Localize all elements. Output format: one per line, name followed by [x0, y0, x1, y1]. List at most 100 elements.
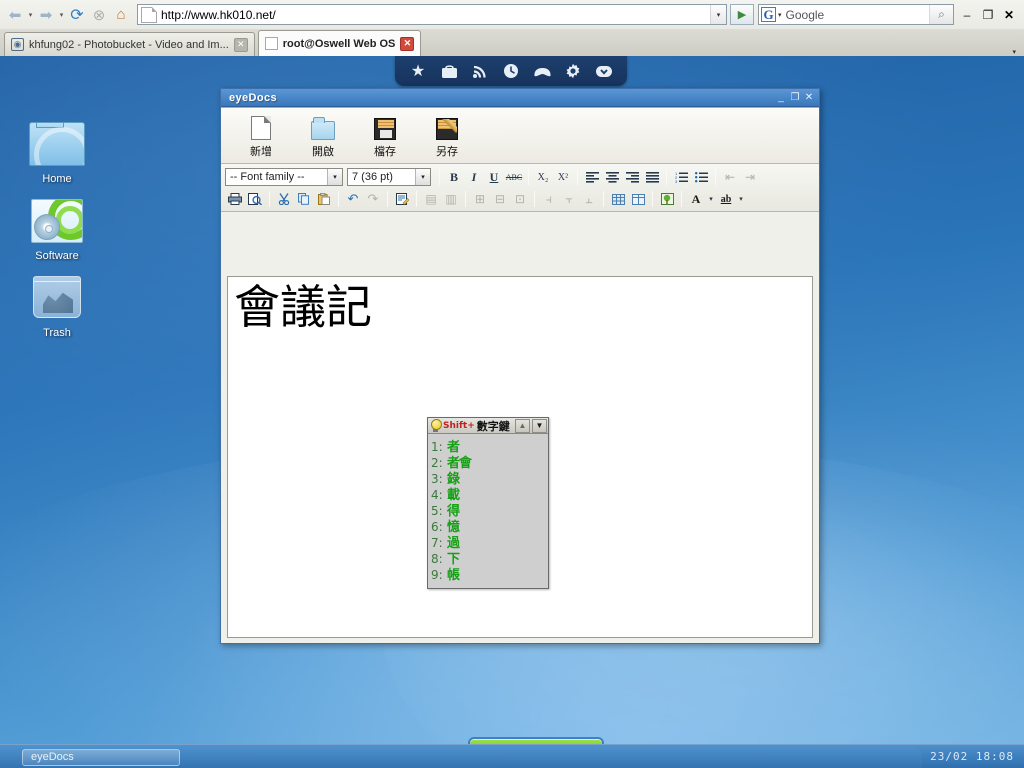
- ime-candidate[interactable]: 6: 憶: [431, 516, 548, 535]
- highlight-color-button[interactable]: ab: [716, 190, 736, 209]
- tab-close-icon[interactable]: ✕: [400, 36, 415, 51]
- ime-candidate[interactable]: 3: 錄: [431, 468, 548, 487]
- toolbar-separator: [528, 169, 529, 185]
- ime-scroll-up-button[interactable]: ▲: [515, 418, 530, 433]
- font-color-button[interactable]: A: [686, 190, 706, 209]
- window-maximize-button[interactable]: ❐: [788, 91, 802, 105]
- edit-source-button[interactable]: [392, 190, 412, 209]
- redo-button[interactable]: ↷: [363, 190, 383, 209]
- ime-candidate[interactable]: 7: 過: [431, 532, 548, 551]
- window-minimize-button[interactable]: _: [774, 91, 788, 105]
- subscript-button[interactable]: X₂: [533, 168, 553, 187]
- address-dropdown-caret-icon[interactable]: ▾: [710, 5, 726, 24]
- print-button[interactable]: [225, 190, 245, 209]
- undo-button[interactable]: ↶: [343, 190, 363, 209]
- go-button[interactable]: ▶: [730, 4, 754, 25]
- insert-image-icon[interactable]: [657, 190, 677, 209]
- italic-button[interactable]: I: [464, 168, 484, 187]
- font-color-caret-icon[interactable]: ▾: [706, 190, 716, 209]
- unordered-list-button[interactable]: [691, 168, 711, 187]
- align-right-button[interactable]: [622, 168, 642, 187]
- search-engine-caret-icon[interactable]: ▾: [778, 11, 782, 19]
- open-document-button[interactable]: 開啟: [299, 114, 347, 159]
- delete-column-button[interactable]: ⫠: [579, 190, 599, 209]
- superscript-button[interactable]: X²: [553, 168, 573, 187]
- new-document-button[interactable]: 新增: [237, 114, 285, 159]
- merge-cells-button[interactable]: ⊞: [470, 190, 490, 209]
- insert-column-after-button[interactable]: ⫟: [559, 190, 579, 209]
- ime-candidate[interactable]: 8: 下: [431, 548, 548, 567]
- document-page[interactable]: 會議記 Shift+ 數字鍵 ▲ ▼ 1: 者 2: 者會 3: 錄 4: 載 …: [227, 276, 813, 638]
- gamepad-icon[interactable]: [531, 60, 553, 82]
- forward-history-caret-icon[interactable]: ▾: [57, 4, 66, 26]
- taskbar-button-eyedocs[interactable]: eyeDocs: [22, 749, 180, 766]
- align-center-button[interactable]: [602, 168, 622, 187]
- home-icon[interactable]: ⌂: [110, 4, 132, 26]
- ordered-list-button[interactable]: 123: [671, 168, 691, 187]
- ime-candidate[interactable]: 9: 帳: [431, 564, 548, 583]
- eyedocs-window[interactable]: eyeDocs _ ❐ ✕ 新增 開啟 檔存 另存 -- Font family…: [220, 88, 820, 644]
- desktop-icon-software[interactable]: Software: [14, 196, 100, 262]
- reload-icon[interactable]: ⟳: [66, 4, 88, 26]
- print-preview-button[interactable]: [245, 190, 265, 209]
- copy-button[interactable]: [294, 190, 314, 209]
- restore-button[interactable]: ❐: [981, 8, 995, 22]
- font-size-select[interactable]: 7 (36 pt) ▾: [347, 168, 431, 186]
- gear-icon[interactable]: [562, 60, 584, 82]
- chevron-down-icon[interactable]: [593, 60, 615, 82]
- align-left-button[interactable]: [582, 168, 602, 187]
- star-icon[interactable]: ★: [407, 60, 429, 82]
- tab-close-icon[interactable]: ✕: [233, 37, 248, 52]
- rss-icon[interactable]: [469, 60, 491, 82]
- insert-row-button[interactable]: ▤: [421, 190, 441, 209]
- underline-button[interactable]: U: [484, 168, 504, 187]
- window-close-button[interactable]: ✕: [802, 91, 816, 105]
- ime-candidate[interactable]: 5: 得: [431, 500, 548, 519]
- tab-oswell-web-os[interactable]: root@Oswell Web OS ✕: [257, 30, 422, 56]
- outdent-button[interactable]: ⇤: [720, 168, 740, 187]
- save-as-button[interactable]: 另存: [423, 114, 471, 159]
- clock-icon[interactable]: [500, 60, 522, 82]
- save-button[interactable]: 檔存: [361, 114, 409, 159]
- ime-candidate[interactable]: 4: 載: [431, 484, 548, 503]
- page-icon: [264, 37, 278, 50]
- search-input[interactable]: Google: [786, 8, 929, 22]
- ime-scroll-down-button[interactable]: ▼: [532, 418, 547, 433]
- chevron-down-icon[interactable]: ▾: [415, 169, 430, 185]
- insert-column-before-button[interactable]: ⫞: [539, 190, 559, 209]
- highlight-color-caret-icon[interactable]: ▾: [736, 190, 746, 209]
- ime-candidate[interactable]: 2: 者會: [431, 452, 548, 471]
- candidate-text: 帳: [447, 568, 460, 583]
- eyedocs-title-bar[interactable]: eyeDocs _ ❐ ✕: [221, 89, 819, 107]
- ime-candidate-popup[interactable]: Shift+ 數字鍵 ▲ ▼ 1: 者 2: 者會 3: 錄 4: 載 5: 得…: [427, 417, 549, 589]
- table-grid-button[interactable]: [628, 190, 648, 209]
- cut-button[interactable]: [274, 190, 294, 209]
- back-arrow-icon[interactable]: ⬅: [4, 4, 26, 26]
- search-box[interactable]: G ▾ Google ⌕: [758, 4, 954, 25]
- back-history-caret-icon[interactable]: ▾: [26, 4, 35, 26]
- tab-photobucket[interactable]: ◉ khfung02 - Photobucket - Video and Im.…: [4, 32, 255, 56]
- stop-icon[interactable]: ⊗: [88, 4, 110, 26]
- close-button[interactable]: ✕: [1002, 8, 1016, 22]
- address-bar[interactable]: http://www.hk010.net/ ▾: [137, 4, 727, 25]
- minimize-button[interactable]: –: [960, 8, 974, 22]
- paste-button[interactable]: [314, 190, 334, 209]
- split-cells-button[interactable]: ⊟: [490, 190, 510, 209]
- desktop-icon-home[interactable]: Home: [14, 118, 100, 185]
- button-label: 開啟: [312, 145, 334, 158]
- desktop-icon-trash[interactable]: Trash: [14, 274, 100, 339]
- strikethrough-button[interactable]: ABC: [504, 168, 524, 187]
- align-justify-button[interactable]: [642, 168, 662, 187]
- bold-button[interactable]: B: [444, 168, 464, 187]
- delete-row-button[interactable]: ▥: [441, 190, 461, 209]
- tab-list-caret-icon[interactable]: ▾: [1012, 48, 1016, 56]
- insert-table-button[interactable]: [608, 190, 628, 209]
- forward-arrow-icon[interactable]: ➡: [35, 4, 57, 26]
- indent-button[interactable]: ⇥: [740, 168, 760, 187]
- briefcase-icon[interactable]: [438, 60, 460, 82]
- search-icon[interactable]: ⌕: [929, 5, 953, 24]
- font-family-select[interactable]: -- Font family -- ▾: [225, 168, 343, 186]
- table-props-button[interactable]: ⊡: [510, 190, 530, 209]
- ime-candidate[interactable]: 1: 者: [431, 436, 548, 455]
- chevron-down-icon[interactable]: ▾: [327, 169, 342, 185]
